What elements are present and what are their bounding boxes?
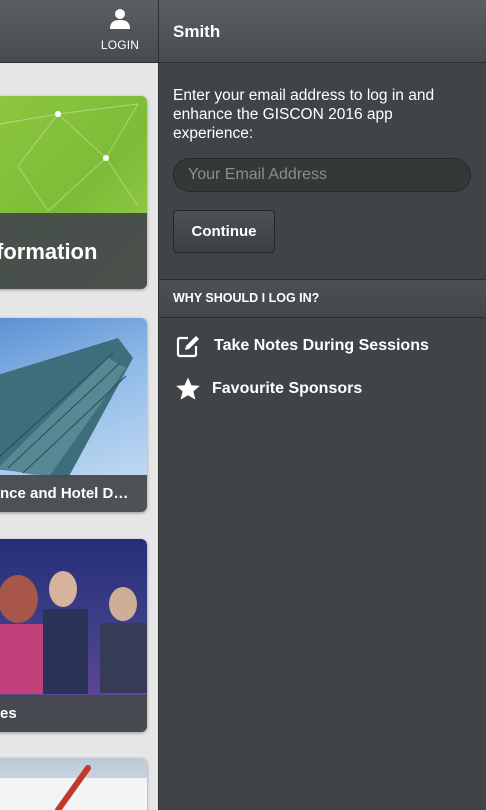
card-label: formation <box>0 213 147 289</box>
skyscraper-image <box>0 338 133 478</box>
why-login-title: WHY SHOULD I LOG IN? <box>173 291 320 305</box>
login-intro-text: Enter your email address to log in and e… <box>173 87 435 142</box>
network-pattern-image <box>0 103 139 212</box>
continue-button[interactable]: Continue <box>173 210 275 253</box>
card-label: nce and Hotel D… <box>0 475 147 512</box>
venue-hotel-card[interactable]: nce and Hotel D… <box>0 318 147 512</box>
benefit-label: Take Notes During Sessions <box>214 337 429 354</box>
why-login-section-header: WHY SHOULD I LOG IN? <box>159 279 486 318</box>
app-header: LOGIN <box>0 0 158 63</box>
notes-card[interactable] <box>0 758 147 810</box>
user-icon <box>110 9 130 29</box>
star-icon <box>176 377 200 400</box>
pen-paper-image <box>0 765 147 810</box>
benefit-label: Favourite Sponsors <box>212 380 363 397</box>
audience-image <box>0 571 147 694</box>
information-card[interactable]: formation <box>0 96 147 289</box>
login-label: LOGIN <box>100 38 140 52</box>
panel-header: Smith <box>159 0 486 63</box>
login-button[interactable]: LOGIN <box>96 8 144 56</box>
email-input[interactable] <box>173 158 471 192</box>
benefit-favourite-sponsors: Favourite Sponsors <box>159 375 486 403</box>
login-panel: Smith Enter your email address to log in… <box>158 0 486 810</box>
edit-note-icon <box>176 336 199 358</box>
benefit-take-notes: Take Notes During Sessions <box>159 332 486 360</box>
background-app: LOGIN formation nce and Hotel D… es <box>0 0 158 810</box>
card-label: es <box>0 695 147 732</box>
attendees-card[interactable]: es <box>0 539 147 732</box>
panel-title: Smith <box>173 22 221 41</box>
